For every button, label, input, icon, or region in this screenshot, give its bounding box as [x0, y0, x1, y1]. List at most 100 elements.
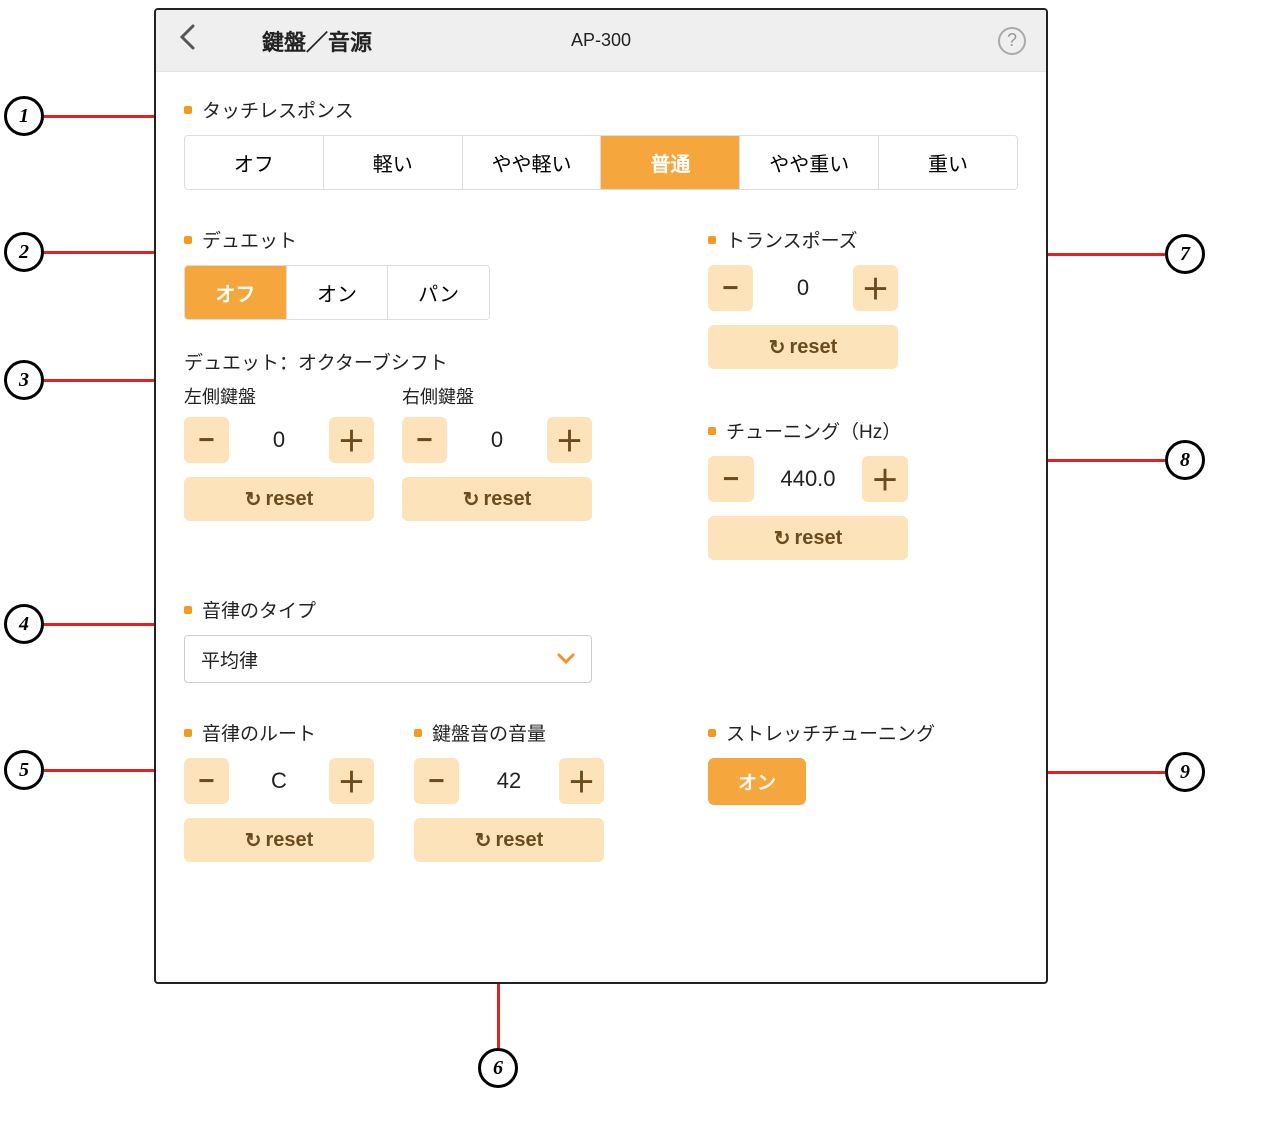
callout-number: 5	[4, 750, 44, 790]
reset-label: reset	[265, 829, 313, 852]
plus-button[interactable]: ＋	[547, 417, 592, 463]
bullet-icon	[184, 236, 192, 244]
minus-button[interactable]: −	[708, 456, 754, 502]
plus-button[interactable]: ＋	[329, 417, 374, 463]
reset-icon: ↻	[774, 526, 791, 551]
reset-label: reset	[483, 488, 531, 511]
minus-button[interactable]: −	[184, 417, 229, 463]
duet-segments: オフオンパン	[184, 265, 490, 320]
touch-response-segments: オフ軽いやや軽い普通やや重い重い	[184, 135, 1018, 190]
reset-button[interactable]: ↻ reset	[708, 325, 898, 369]
minus-button[interactable]: −	[402, 417, 447, 463]
bullet-icon	[708, 427, 716, 435]
reset-icon: ↻	[769, 335, 786, 360]
reset-label: reset	[794, 527, 842, 550]
callout-number: 6	[478, 1048, 518, 1088]
reset-button[interactable]: ↻ reset	[708, 516, 908, 560]
reset-icon: ↻	[475, 828, 492, 853]
octave-left-value: 0	[239, 427, 319, 453]
chevron-left-icon	[179, 24, 195, 50]
plus-button[interactable]: ＋	[559, 758, 604, 804]
callout-number: 8	[1165, 440, 1205, 480]
label-text: タッチレスポンス	[202, 96, 354, 123]
bullet-icon	[708, 236, 716, 244]
reset-label: reset	[495, 829, 543, 852]
temperament-label: 音律のタイプ	[184, 596, 1018, 623]
label-text: ストレッチチューニング	[726, 719, 935, 746]
duet-option[interactable]: オン	[287, 266, 389, 319]
octave-left-label: 左側鍵盤	[184, 383, 374, 409]
reset-icon: ↻	[245, 487, 262, 512]
octave-right-stepper: − 0 ＋	[402, 417, 592, 463]
back-button[interactable]	[172, 24, 202, 57]
keyboard-volume-value: 42	[469, 768, 549, 794]
touch-response-option[interactable]: やや重い	[740, 136, 879, 189]
reset-label: reset	[789, 336, 837, 359]
label-text: 鍵盤音の音量	[432, 719, 546, 746]
reset-icon: ↻	[245, 828, 262, 853]
plus-button[interactable]: ＋	[862, 456, 908, 502]
keyboard-volume-label: 鍵盤音の音量	[414, 719, 604, 746]
touch-response-option[interactable]: 普通	[601, 136, 740, 189]
minus-button[interactable]: −	[414, 758, 459, 804]
plus-button[interactable]: ＋	[329, 758, 374, 804]
touch-response-option[interactable]: 軽い	[324, 136, 463, 189]
reset-icon: ↻	[463, 487, 480, 512]
label-text: トランスポーズ	[726, 226, 858, 253]
callout-number: 9	[1165, 752, 1205, 792]
label-text: チューニング（Hz）	[726, 417, 901, 444]
transpose-label: トランスポーズ	[708, 226, 1018, 253]
reset-button[interactable]: ↻ reset	[414, 818, 604, 862]
touch-response-label: タッチレスポンス	[184, 96, 1018, 123]
help-icon: ?	[1007, 30, 1017, 51]
touch-response-option[interactable]: やや軽い	[463, 136, 602, 189]
app-window: 鍵盤／音源 AP-300 ? タッチレスポンス オフ軽いやや軽い普通やや重い重い…	[154, 8, 1048, 984]
callout-number: 4	[4, 604, 44, 644]
stretch-tuning-button[interactable]: オン	[708, 758, 806, 805]
select-value: 平均律	[201, 646, 258, 673]
tuning-value: 440.0	[764, 466, 852, 492]
callout-number: 3	[4, 360, 44, 400]
chevron-down-icon	[557, 649, 575, 670]
label-text: 音律のルート	[202, 719, 316, 746]
callout-number: 2	[4, 232, 44, 272]
device-name: AP-300	[571, 30, 631, 51]
temperament-root-label: 音律のルート	[184, 719, 374, 746]
tuning-label: チューニング（Hz）	[708, 417, 1018, 444]
duet-option[interactable]: パン	[388, 266, 489, 319]
temperament-select[interactable]: 平均律	[184, 635, 592, 683]
callout-number: 1	[4, 96, 44, 136]
page-title: 鍵盤／音源	[262, 25, 372, 57]
callout-line	[1041, 771, 1165, 774]
reset-button[interactable]: ↻ reset	[184, 477, 374, 521]
minus-button[interactable]: −	[184, 758, 229, 804]
reset-button[interactable]: ↻ reset	[402, 477, 592, 521]
minus-button[interactable]: −	[708, 265, 753, 311]
octave-left-stepper: − 0 ＋	[184, 417, 374, 463]
plus-button[interactable]: ＋	[853, 265, 898, 311]
bullet-icon	[184, 606, 192, 614]
label-text: デュエット：オクターブシフト	[184, 348, 448, 375]
tuning-stepper: − 440.0 ＋	[708, 456, 908, 502]
label-text: デュエット	[202, 226, 297, 253]
touch-response-option[interactable]: 重い	[879, 136, 1017, 189]
bullet-icon	[184, 106, 192, 114]
header-bar: 鍵盤／音源 AP-300 ?	[156, 10, 1046, 72]
touch-response-option[interactable]: オフ	[185, 136, 324, 189]
reset-button[interactable]: ↻ reset	[184, 818, 374, 862]
stretch-tuning-label: ストレッチチューニング	[708, 719, 1018, 746]
duet-option[interactable]: オフ	[185, 266, 287, 319]
keyboard-volume-stepper: − 42 ＋	[414, 758, 604, 804]
octave-shift-label: デュエット：オクターブシフト	[184, 348, 592, 375]
label-text: 音律のタイプ	[202, 596, 316, 623]
duet-label: デュエット	[184, 226, 592, 253]
bullet-icon	[414, 729, 422, 737]
callout-number: 7	[1165, 234, 1205, 274]
transpose-stepper: − 0 ＋	[708, 265, 898, 311]
bullet-icon	[184, 729, 192, 737]
help-button[interactable]: ?	[998, 27, 1026, 55]
temperament-root-value: C	[239, 768, 319, 794]
reset-label: reset	[265, 488, 313, 511]
octave-right-value: 0	[457, 427, 537, 453]
transpose-value: 0	[763, 275, 843, 301]
